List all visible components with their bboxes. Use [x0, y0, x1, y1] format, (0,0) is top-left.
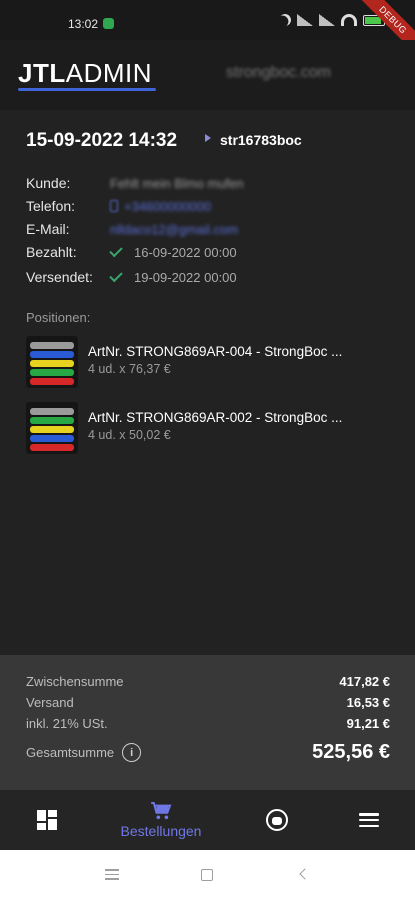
home-button[interactable]	[198, 866, 216, 884]
play-arrow-icon	[205, 134, 211, 142]
subtotal-value: 417,82 €	[339, 674, 390, 689]
email-label: E-Mail:	[26, 221, 70, 237]
app-bar: JTLADMIN strongboc.com	[0, 40, 415, 110]
nav-orders[interactable]: Bestellungen	[105, 790, 217, 850]
product-image-band	[30, 360, 74, 367]
tax-row: inkl. 21% USt. 91,21 €	[26, 716, 390, 731]
total-label-group: Gesamtsumme i	[26, 743, 142, 762]
product-image-band	[30, 351, 74, 358]
dashboard-icon	[37, 810, 57, 830]
position-item[interactable]: ArtNr. STRONG869AR-002 - StrongBoc ... 4…	[26, 402, 396, 454]
phone-label: Telefon:	[26, 198, 76, 214]
logo-underline	[18, 88, 156, 91]
shipping-value: 16,53 €	[346, 695, 390, 710]
product-image-band	[30, 435, 74, 442]
product-image-band	[30, 444, 74, 451]
position-item[interactable]: ArtNr. STRONG869AR-004 - StrongBoc ... 4…	[26, 336, 396, 388]
order-detail: 15-09-2022 14:32 str16783boc Kunde: Fehl…	[0, 110, 415, 655]
system-navigation-bar	[0, 850, 415, 900]
positions-title: Positionen:	[26, 310, 91, 325]
status-time: 13:02	[68, 17, 99, 31]
phone-row[interactable]: Telefon: +34600000000	[26, 196, 211, 216]
product-thumbnail	[26, 336, 78, 388]
paid-label: Bezahlt:	[26, 244, 77, 260]
check-icon	[109, 268, 123, 282]
back-button[interactable]	[296, 866, 314, 884]
product-image-band	[30, 426, 74, 433]
order-date: 15-09-2022 14:32	[26, 130, 178, 151]
status-icons	[279, 14, 385, 26]
email-row[interactable]: E-Mail: nlldaco12@gmail.com	[26, 219, 238, 239]
nav-support[interactable]	[264, 790, 290, 850]
product-image-band	[30, 369, 74, 376]
app-logo: JTLADMIN	[18, 58, 152, 89]
subtotal-label: Zwischensumme	[26, 674, 124, 689]
tax-value: 91,21 €	[346, 716, 390, 731]
shipping-label: Versand	[26, 695, 74, 710]
logo-bold-text: JTL	[18, 58, 66, 88]
email-value[interactable]: nlldaco12@gmail.com	[110, 222, 238, 237]
customer-row: Kunde: Fehlt mein Blmo mufen	[26, 173, 244, 193]
nav-menu[interactable]	[358, 790, 380, 850]
customer-value: Fehlt mein Blmo mufen	[110, 175, 244, 191]
info-icon[interactable]: i	[122, 743, 142, 762]
order-summary: Zwischensumme 417,82 € Versand 16,53 € i…	[0, 655, 415, 790]
shipped-row: Versendet: 19-09-2022 00:00	[26, 267, 237, 287]
product-image-band	[30, 408, 74, 415]
signal-icon	[297, 14, 313, 26]
paid-value: 16-09-2022 00:00	[134, 244, 237, 260]
product-thumbnail	[26, 402, 78, 454]
shop-name[interactable]: strongboc.com	[226, 64, 331, 82]
product-image-band	[30, 378, 74, 385]
phone-icon[interactable]	[110, 200, 118, 212]
recent-apps-button[interactable]	[103, 866, 121, 884]
position-quantity-price: 4 ud. x 76,37 €	[88, 362, 171, 376]
position-quantity-price: 4 ud. x 50,02 €	[88, 428, 171, 442]
product-image-band	[30, 342, 74, 349]
paid-row: Bezahlt: 16-09-2022 00:00	[26, 242, 237, 262]
phone-value[interactable]: +34600000000	[124, 199, 211, 214]
signal-icon-2	[319, 14, 335, 26]
bottom-navigation: Bestellungen	[0, 790, 415, 850]
tax-label: inkl. 21% USt.	[26, 716, 108, 731]
shipped-value: 19-09-2022 00:00	[134, 269, 237, 285]
check-icon	[109, 243, 123, 257]
nav-orders-label: Bestellungen	[120, 822, 202, 839]
order-number: str16783boc	[220, 132, 302, 148]
customer-label: Kunde:	[26, 175, 71, 191]
total-label: Gesamtsumme	[26, 745, 115, 760]
do-not-disturb-icon	[277, 12, 293, 28]
position-title: ArtNr. STRONG869AR-004 - StrongBoc ...	[88, 344, 343, 359]
shipping-row: Versand 16,53 €	[26, 695, 390, 710]
position-title: ArtNr. STRONG869AR-002 - StrongBoc ...	[88, 410, 343, 425]
nav-dashboard[interactable]	[34, 790, 60, 850]
support-icon	[266, 809, 288, 831]
notification-app-icon	[103, 18, 114, 29]
logo-regular-text: ADMIN	[65, 58, 153, 88]
menu-icon	[359, 813, 379, 827]
product-image-band	[30, 417, 74, 424]
cart-icon	[151, 801, 172, 819]
wifi-icon	[341, 14, 357, 26]
shipped-label: Versendet:	[26, 269, 93, 285]
status-bar: 13:02 DEBUG	[0, 0, 415, 59]
total-value: 525,56 €	[312, 741, 390, 763]
subtotal-row: Zwischensumme 417,82 €	[26, 674, 390, 689]
total-row: Gesamtsumme i 525,56 €	[26, 741, 390, 764]
